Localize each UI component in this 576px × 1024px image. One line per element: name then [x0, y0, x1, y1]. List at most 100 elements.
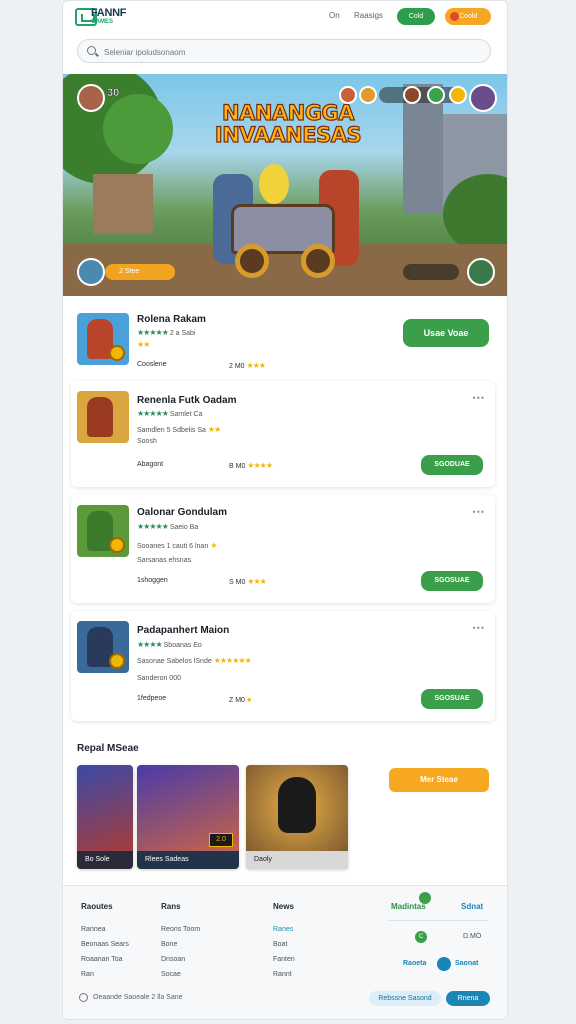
footer: Raoutes Rannea Beonaas Sears Roaanan Toa…: [63, 885, 507, 1019]
game-price: 2 M0: [229, 363, 245, 370]
gold-stars-icon: ★★★★★★: [213, 656, 252, 665]
game-card[interactable]: ••• Renenla Futk Oadam ★★★★★ Samlet Ca S…: [71, 381, 495, 487]
recent-section-title: Repal MSeae: [77, 743, 139, 754]
hero-hut: [93, 174, 153, 234]
header-green-button[interactable]: Cold: [397, 8, 435, 25]
recent-game-tile[interactable]: 2.0 Rlees Sadeas: [137, 765, 239, 869]
game-thumbnail[interactable]: [77, 505, 129, 557]
game-price: S M0: [229, 579, 246, 586]
footer-link[interactable]: Ranes: [273, 926, 293, 933]
recent-game-badge: 2.0: [209, 833, 233, 847]
recent-game-caption: Rlees Sadeas: [137, 851, 239, 869]
player-level: 30: [107, 87, 120, 100]
footer-link[interactable]: Bone: [161, 941, 177, 948]
hero-stage-pill[interactable]: 2 Stee: [105, 264, 175, 280]
nav-link-settings[interactable]: Raasigs: [354, 11, 383, 20]
game-title[interactable]: Padapanhert Maion: [137, 625, 229, 636]
hero-bottom-hud: [403, 264, 459, 280]
footer-link[interactable]: Roaanan Toa: [81, 956, 123, 963]
footer-link[interactable]: Ran: [81, 971, 94, 978]
footer-link[interactable]: Reons Toom: [161, 926, 200, 933]
hero-gem-icon[interactable]: [427, 86, 445, 104]
game-detail: Sasonae Sabelos lSnde: [137, 658, 212, 665]
search-input[interactable]: [104, 44, 474, 60]
game-card[interactable]: ••• Oalonar Gondulam ★★★★★ Saeio Ba Sooa…: [71, 495, 495, 603]
footer-right-heading[interactable]: Madintas: [391, 902, 426, 911]
recent-game-tile[interactable]: Bo Sole: [77, 765, 133, 869]
footer-secondary-button[interactable]: Rebssne Sasond: [369, 991, 441, 1006]
install-button[interactable]: SGOSUAE: [421, 571, 483, 591]
footer-link[interactable]: Rannea: [81, 926, 106, 933]
bottom-left-avatar[interactable]: [77, 258, 105, 286]
footer-col-heading: News: [273, 902, 294, 911]
game-subtitle: Sboanas Eo: [163, 642, 202, 649]
more-games-button[interactable]: Mer Steae: [389, 768, 489, 792]
game-title[interactable]: Oalonar Gondulam: [137, 507, 227, 518]
footer-link[interactable]: Fanten: [273, 956, 295, 963]
game-subtitle: Saeio Ba: [169, 524, 199, 531]
footer-primary-button[interactable]: Rnena: [446, 991, 490, 1006]
footer-link[interactable]: Dnsoan: [161, 956, 185, 963]
footer-col-heading: Raoutes: [81, 902, 113, 911]
game-card[interactable]: ••• Padapanhert Maion ★★★★ Sboanas Eo Sa…: [71, 611, 495, 721]
brand-name[interactable]: FANNF: [91, 7, 126, 19]
footer-link[interactable]: Boat: [273, 941, 287, 948]
footer-link[interactable]: Beonaas Sears: [81, 941, 129, 948]
rating-stars-icon: ★★★★★: [137, 522, 169, 531]
footer-right-heading[interactable]: Sdnat: [461, 902, 483, 911]
hooded-figure-icon: [278, 777, 316, 833]
hero-tree: [103, 94, 173, 164]
hero-coin-icon[interactable]: [449, 86, 467, 104]
hero-character-egg: [259, 164, 289, 204]
footer-right-link[interactable]: Saonat: [455, 960, 478, 967]
header-coin-button[interactable]: Coold: [445, 8, 491, 25]
gold-stars-icon: ★★★★: [247, 461, 273, 470]
footer-right-link[interactable]: Raoeta: [403, 960, 426, 967]
game-title[interactable]: Rolena Rakam: [137, 314, 206, 325]
game-tag: Sarsanas ehsnas: [137, 557, 192, 564]
game-thumbnail[interactable]: [77, 621, 129, 673]
coin-icon: [450, 12, 459, 21]
game-meta: Cooslene: [137, 361, 167, 368]
footer-counter-icon: C: [415, 931, 427, 943]
more-options-icon[interactable]: •••: [473, 623, 485, 633]
friend-avatar[interactable]: [469, 84, 497, 112]
footer-link[interactable]: Rannt: [273, 971, 292, 978]
game-thumbnail[interactable]: [77, 313, 129, 365]
game-detail: Samdlen 5 Sdbelis Sa: [137, 427, 206, 434]
install-button[interactable]: SGODUAE: [421, 455, 483, 475]
brand-subtitle: GAMES: [91, 19, 114, 25]
more-options-icon[interactable]: •••: [473, 507, 485, 517]
hero-banner[interactable]: NANANGGA INVAANESAS 30 2 Stee: [63, 74, 507, 296]
install-button[interactable]: SGOSUAE: [421, 689, 483, 709]
bottom-right-avatar[interactable]: [467, 258, 495, 286]
game-title[interactable]: Renenla Futk Oadam: [137, 395, 236, 406]
footer-link[interactable]: Socae: [161, 971, 181, 978]
game-meta: Abagont: [137, 461, 164, 468]
game-detail: Sooanes 1 cauti 6 lnan: [137, 543, 209, 550]
copyright-icon: [79, 993, 88, 1002]
game-meta: 1shoggen: [137, 577, 168, 584]
rating-stars-icon: ★★★★: [137, 640, 163, 649]
hero-resource-icon[interactable]: [339, 86, 357, 104]
cart-wheel: [301, 244, 335, 278]
game-price: Z M0: [229, 697, 245, 704]
game-card[interactable]: Rolena Rakam ★★★★★ 2 a Sabi ★★ Cooslene …: [71, 303, 495, 375]
hero-resource-icon[interactable]: [403, 86, 421, 104]
search-bar[interactable]: [77, 39, 491, 63]
hero-resource-icon[interactable]: [359, 86, 377, 104]
header-coin-label: Coold: [459, 13, 478, 20]
footer-col-heading: Rans: [161, 902, 181, 911]
player-avatar[interactable]: [77, 84, 105, 112]
cart-wheel: [235, 244, 269, 278]
nav-link-on[interactable]: On: [329, 11, 340, 20]
hero-title: NANANGGA INVAANESAS: [214, 101, 362, 147]
recent-game-tile[interactable]: Daoly: [246, 765, 348, 869]
footer-divider: [389, 920, 489, 921]
primary-play-button[interactable]: Usae Voae: [403, 319, 489, 347]
search-icon: [87, 46, 96, 55]
game-tag: Soosh: [137, 438, 157, 445]
recent-game-caption: Daoly: [246, 851, 348, 869]
game-thumbnail[interactable]: [77, 391, 129, 443]
more-options-icon[interactable]: •••: [473, 393, 485, 403]
